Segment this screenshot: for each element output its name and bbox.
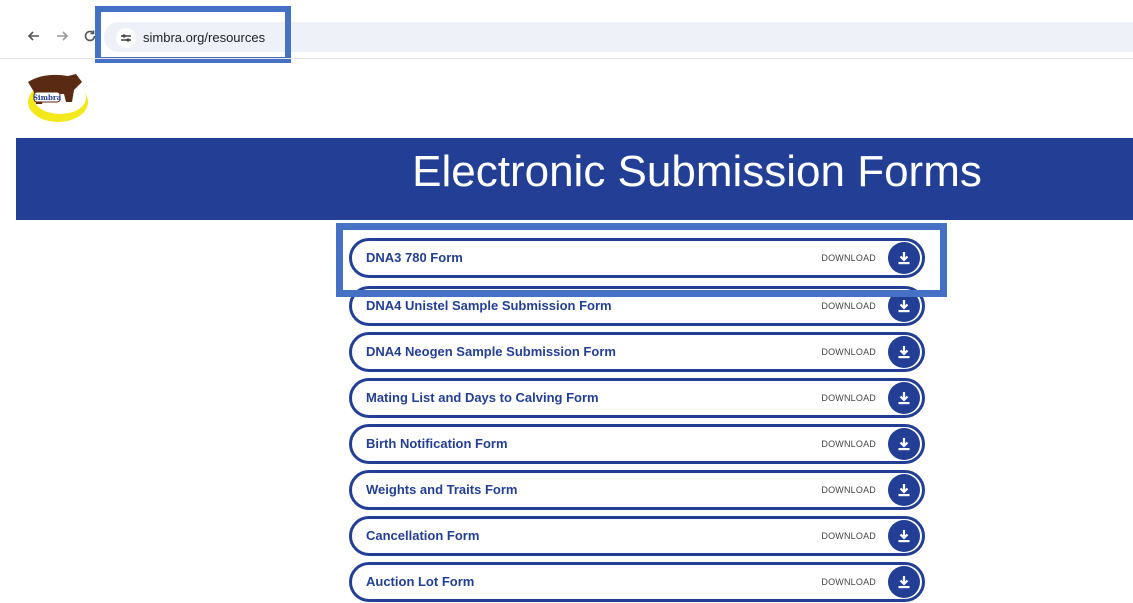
download-icon[interactable] <box>888 336 920 368</box>
form-row[interactable]: Cancellation Form DOWNLOAD <box>349 516 925 556</box>
form-row[interactable]: Mating List and Days to Calving Form DOWN… <box>349 378 925 418</box>
arrow-right-icon[interactable] <box>52 26 72 46</box>
form-row[interactable]: Weights and Traits Form DOWNLOAD <box>349 470 925 510</box>
form-name[interactable]: Cancellation Form <box>366 519 479 553</box>
form-name[interactable]: Birth Notification Form <box>366 427 508 461</box>
form-highlight-box <box>336 223 947 297</box>
download-icon[interactable] <box>888 566 920 598</box>
url-highlight-box <box>95 6 291 63</box>
download-icon[interactable] <box>888 428 920 460</box>
form-name[interactable]: Auction Lot Form <box>366 565 474 599</box>
arrow-left-icon[interactable] <box>24 26 44 46</box>
download-label[interactable]: DOWNLOAD <box>821 335 876 369</box>
form-name[interactable]: DNA4 Neogen Sample Submission Form <box>366 335 616 369</box>
download-label[interactable]: DOWNLOAD <box>821 473 876 507</box>
page-title: Electronic Submission Forms <box>412 147 982 196</box>
download-label[interactable]: DOWNLOAD <box>821 565 876 599</box>
form-name[interactable]: Weights and Traits Form <box>366 473 517 507</box>
download-icon[interactable] <box>888 382 920 414</box>
simbra-logo[interactable]: Simbra <box>22 68 92 126</box>
logo-text: Simbra <box>33 93 62 102</box>
form-row[interactable]: DNA4 Neogen Sample Submission Form DOWNLO… <box>349 332 925 372</box>
download-icon[interactable] <box>888 474 920 506</box>
download-icon[interactable] <box>888 520 920 552</box>
form-row[interactable]: Birth Notification Form DOWNLOAD <box>349 424 925 464</box>
download-label[interactable]: DOWNLOAD <box>821 381 876 415</box>
toolbar-divider <box>0 58 1133 59</box>
page-banner: Electronic Submission Forms <box>16 138 1133 220</box>
download-label[interactable]: DOWNLOAD <box>821 519 876 553</box>
form-row[interactable]: Auction Lot Form DOWNLOAD <box>349 562 925 602</box>
download-label[interactable]: DOWNLOAD <box>821 427 876 461</box>
form-name[interactable]: Mating List and Days to Calving Form <box>366 381 599 415</box>
